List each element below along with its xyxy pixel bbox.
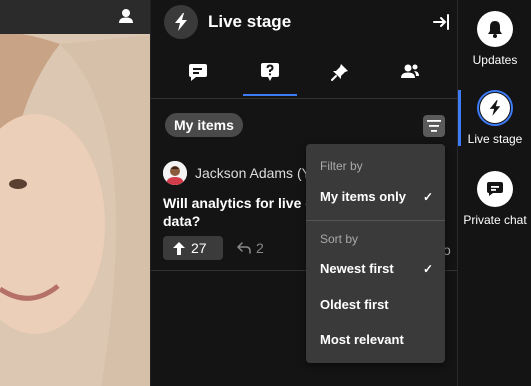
- video-feed: [0, 0, 150, 386]
- avatar-image: [163, 161, 187, 185]
- filter-sort-menu: Filter by My items only ✓ Sort by Newest…: [306, 144, 445, 363]
- menu-divider: [306, 220, 445, 221]
- menu-item-label: My items only: [320, 189, 406, 204]
- collapse-panel-icon[interactable]: [432, 13, 450, 31]
- tab-people[interactable]: [385, 48, 435, 96]
- panel-tabs: [151, 48, 458, 98]
- tab-pinned[interactable]: [315, 48, 365, 96]
- rail-item-updates[interactable]: Updates: [458, 11, 531, 67]
- message-icon: [487, 182, 503, 196]
- panel-title: Live stage: [208, 12, 292, 31]
- live-stage-panel: Live stage My items Jackson Adams (Y Wil…: [150, 0, 458, 386]
- bolt-icon: [489, 100, 501, 116]
- bolt-badge: [164, 5, 198, 39]
- tab-questions[interactable]: [245, 48, 295, 96]
- question-author: Jackson Adams (Y: [195, 165, 311, 181]
- chat-badge: [477, 171, 513, 207]
- menu-item-most-relevant[interactable]: Most relevant: [306, 325, 445, 355]
- filter-button[interactable]: [423, 115, 445, 137]
- question-icon: [261, 63, 279, 81]
- bell-badge: [477, 11, 513, 47]
- bolt-icon: [175, 13, 187, 31]
- menu-item-oldest-first[interactable]: Oldest first: [306, 290, 445, 320]
- rail-label-live-stage: Live stage: [467, 132, 523, 146]
- check-icon: ✓: [422, 190, 433, 204]
- tab-chat[interactable]: [173, 48, 223, 96]
- reply-count: 2: [256, 240, 264, 256]
- upvote-button[interactable]: 27: [163, 236, 223, 260]
- panel-header: Live stage: [151, 0, 458, 46]
- rail-item-live-stage[interactable]: Live stage: [458, 90, 531, 146]
- check-icon: ✓: [422, 262, 433, 276]
- avatar: [163, 161, 187, 185]
- arrow-up-icon: [173, 241, 185, 255]
- rail-item-private-chat[interactable]: Private chat: [458, 171, 531, 227]
- filter-heading: Filter by: [320, 159, 363, 173]
- rail-label-private-chat: Private chat: [463, 213, 527, 227]
- message-icon: [189, 64, 207, 81]
- menu-item-label: Most relevant: [320, 332, 404, 347]
- my-items-chip[interactable]: My items: [165, 113, 243, 137]
- filter-icon: [427, 120, 441, 132]
- menu-item-my-items-only[interactable]: My items only ✓: [306, 182, 445, 212]
- live-stage-badge: [477, 90, 513, 126]
- video-topbar: [0, 0, 150, 34]
- presenter-image: [0, 34, 150, 386]
- reply-icon: [237, 242, 251, 254]
- user-icon[interactable]: [118, 8, 134, 24]
- right-rail: Updates Live stage Private chat: [457, 0, 531, 386]
- rail-label-updates: Updates: [472, 53, 518, 67]
- tabs-divider: [151, 98, 458, 99]
- pin-icon: [331, 64, 348, 81]
- menu-item-label: Newest first: [320, 261, 394, 276]
- sort-heading: Sort by: [320, 232, 359, 246]
- bell-icon: [488, 21, 502, 38]
- menu-item-label: Oldest first: [320, 297, 389, 312]
- replies-button[interactable]: 2: [237, 240, 264, 256]
- people-icon: [401, 64, 419, 78]
- upvote-count: 27: [191, 240, 207, 256]
- active-tab-indicator: [243, 94, 297, 96]
- menu-item-newest-first[interactable]: Newest first ✓: [306, 254, 445, 284]
